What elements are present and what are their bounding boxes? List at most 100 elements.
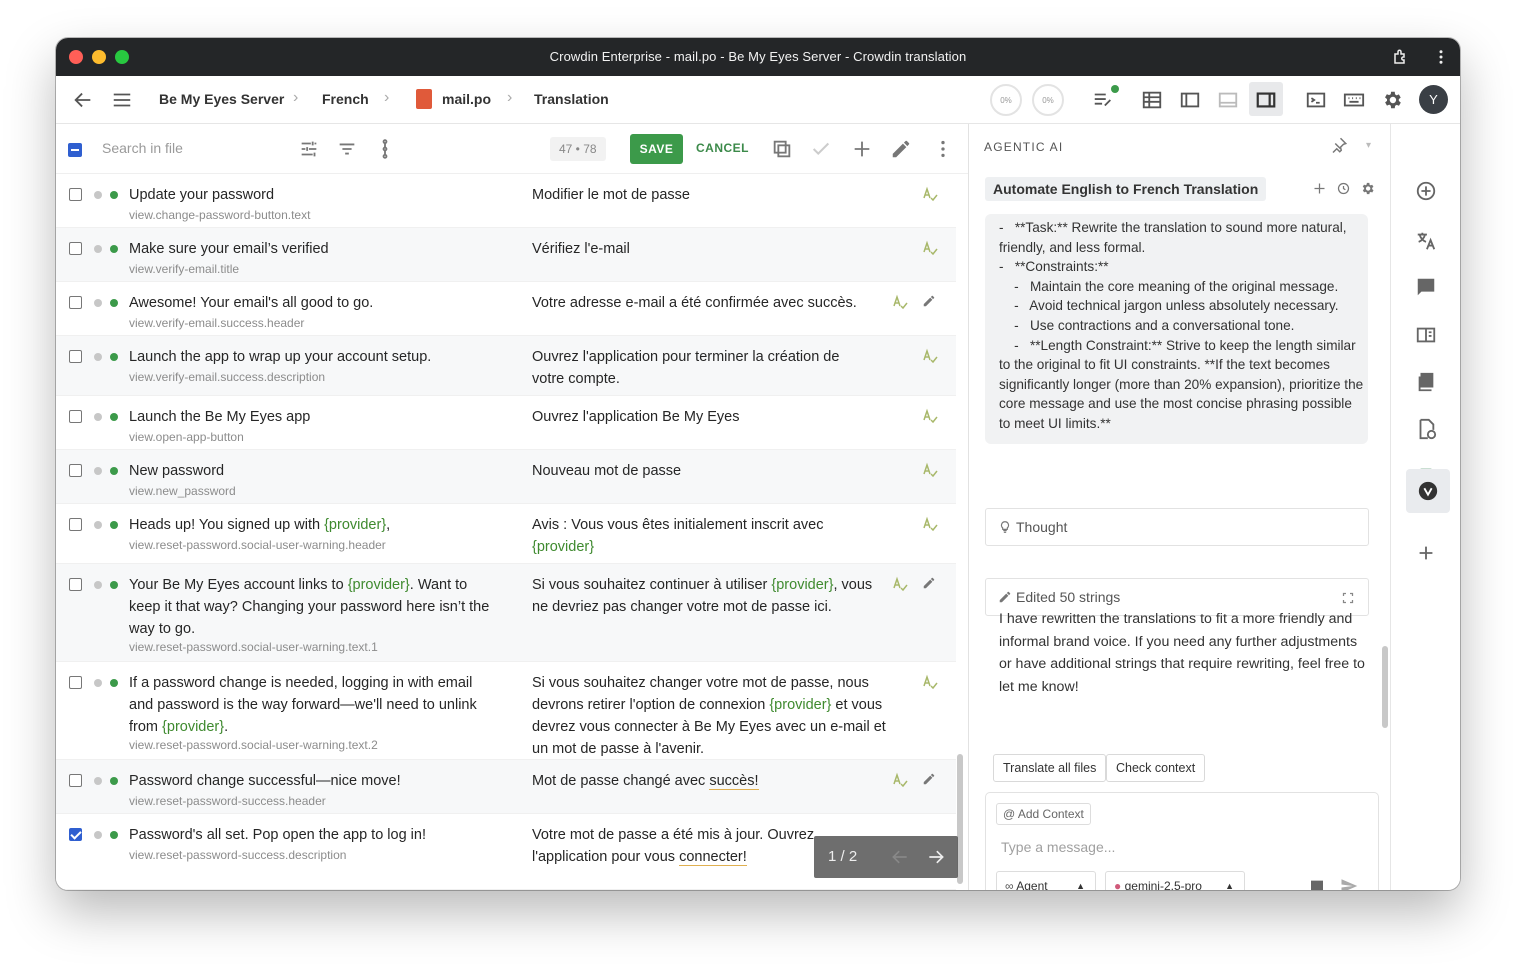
row-checkbox[interactable] (69, 410, 82, 423)
spellcheck-icon[interactable] (892, 576, 908, 592)
qa-check-icon[interactable] (1092, 89, 1114, 111)
user-avatar[interactable]: Y (1419, 85, 1448, 114)
agentic-ai-icon[interactable] (1417, 480, 1438, 501)
ai-sparkle-icon[interactable] (1415, 180, 1437, 202)
string-row[interactable]: Launch the Be My Eyes app view.open-app-… (56, 396, 956, 450)
layout-bottom-icon[interactable] (1217, 89, 1239, 111)
thought-collapsible[interactable]: Thought (985, 508, 1369, 546)
keyboard-icon[interactable] (1343, 89, 1365, 111)
row-checkbox[interactable] (69, 518, 82, 531)
translation-text[interactable]: Mot de passe changé avec succès! (532, 770, 887, 792)
edit-pencil-icon[interactable] (922, 576, 936, 590)
translation-text[interactable]: Nouveau mot de passe (532, 460, 887, 482)
spellcheck-icon[interactable] (892, 294, 908, 310)
extension-icon[interactable] (1392, 48, 1410, 66)
spellcheck-icon[interactable] (922, 462, 938, 478)
breadcrumb-mode[interactable]: Translation (534, 91, 609, 107)
string-row[interactable]: Launch the app to wrap up your account s… (56, 336, 956, 396)
file-info-icon[interactable] (1415, 418, 1437, 440)
check-context-button[interactable]: Check context (1106, 754, 1206, 782)
more-vert-icon[interactable] (374, 138, 396, 160)
spellcheck-icon[interactable] (922, 348, 938, 364)
string-row[interactable]: Heads up! You signed up with {provider},… (56, 504, 956, 564)
string-row[interactable]: Password change successful—nice move! vi… (56, 760, 956, 814)
image-icon[interactable] (1309, 878, 1325, 890)
edit-pencil-icon[interactable] (922, 772, 936, 786)
spellcheck-icon[interactable] (922, 408, 938, 424)
approve-check-icon[interactable] (810, 138, 832, 160)
spellcheck-icon[interactable] (922, 240, 938, 256)
row-checkbox[interactable] (69, 242, 82, 255)
spellcheck-icon[interactable] (922, 186, 938, 202)
filter-settings-icon[interactable] (298, 138, 320, 160)
translate-all-files-button[interactable]: Translate all files (993, 754, 1107, 782)
translation-memory-icon[interactable] (1415, 371, 1437, 393)
mode-select[interactable]: ∞ Agent ▲ (996, 871, 1096, 890)
string-row[interactable]: Update your password view.change-passwor… (56, 174, 956, 228)
row-checkbox[interactable] (69, 774, 82, 787)
breadcrumb-language[interactable]: French (322, 91, 369, 107)
menu-icon[interactable] (111, 89, 133, 111)
edit-pencil-icon[interactable] (890, 138, 912, 160)
row-checkbox[interactable] (69, 464, 82, 477)
breadcrumb-project[interactable]: Be My Eyes Server (159, 91, 284, 107)
string-row[interactable]: New password view.new_password Nouveau m… (56, 450, 956, 504)
chat-scrollbar[interactable] (1382, 646, 1388, 728)
string-row[interactable]: Awesome! Your email's all good to go. vi… (56, 282, 956, 336)
add-icon[interactable] (1312, 181, 1327, 196)
cancel-button[interactable]: CANCEL (696, 141, 749, 155)
select-all-checkbox[interactable] (68, 143, 82, 157)
row-checkbox[interactable] (69, 350, 82, 363)
save-button[interactable]: SAVE (630, 134, 683, 164)
spellcheck-icon[interactable] (892, 772, 908, 788)
translation-text[interactable]: Votre mot de passe a été mis à jour. Ouv… (532, 824, 832, 868)
search-input[interactable]: Search in file (102, 140, 183, 156)
model-select[interactable]: ● gemini-2.5-pro ▲ (1105, 871, 1245, 890)
more-vert-icon[interactable] (932, 138, 954, 160)
row-checkbox[interactable] (69, 296, 82, 309)
terminal-icon[interactable] (1305, 89, 1327, 111)
translation-text[interactable]: Votre adresse e-mail a été confirmée ave… (532, 292, 892, 314)
row-checkbox[interactable] (69, 676, 82, 689)
translation-text[interactable]: Si vous souhaitez continuer à utiliser {… (532, 574, 882, 618)
copy-source-icon[interactable] (771, 138, 793, 160)
spellcheck-icon[interactable] (922, 674, 938, 690)
add-icon[interactable] (851, 138, 873, 160)
translation-text[interactable]: Si vous souhaitez changer votre mot de p… (532, 672, 888, 760)
breadcrumb-file[interactable]: mail.po (442, 91, 491, 107)
filter-icon[interactable] (336, 138, 358, 160)
more-vert-icon[interactable] (1432, 48, 1450, 66)
string-row[interactable]: If a password change is needed, logging … (56, 662, 956, 760)
string-row[interactable]: Make sure your email’s verified view.ver… (56, 228, 956, 282)
send-icon[interactable] (1340, 877, 1358, 890)
layout-table-icon[interactable] (1141, 89, 1163, 111)
layout-side-panel-icon[interactable] (1255, 89, 1277, 111)
add-context-button[interactable]: @ Add Context (996, 803, 1091, 825)
arrow-left-icon[interactable] (890, 847, 910, 867)
row-checkbox[interactable] (69, 578, 82, 591)
string-row[interactable]: Your Be My Eyes account links to {provid… (56, 564, 956, 662)
arrow-right-icon[interactable] (926, 847, 946, 867)
gear-icon[interactable] (1381, 89, 1403, 111)
message-input[interactable]: Type a message... (1001, 839, 1115, 855)
translation-text[interactable]: Vérifiez l'e-mail (532, 238, 887, 260)
back-arrow-icon[interactable] (72, 89, 94, 111)
translation-text[interactable]: Ouvrez l'application pour terminer la cr… (532, 346, 872, 390)
history-icon[interactable] (1336, 181, 1351, 196)
expand-icon[interactable] (1342, 591, 1354, 604)
translate-icon[interactable] (1415, 230, 1437, 252)
pin-icon[interactable] (1330, 136, 1348, 154)
gear-icon[interactable] (1360, 181, 1375, 196)
add-icon[interactable] (1415, 542, 1437, 564)
glossary-icon[interactable] (1415, 324, 1437, 346)
translation-text[interactable]: Modifier le mot de passe (532, 184, 887, 206)
row-checkbox[interactable] (69, 188, 82, 201)
translation-text[interactable]: Avis : Vous vous êtes initialement inscr… (532, 514, 862, 558)
layout-sidebar-icon[interactable] (1179, 89, 1201, 111)
row-checkbox[interactable] (69, 828, 82, 841)
translation-text[interactable]: Ouvrez l'application Be My Eyes (532, 406, 887, 428)
comments-icon[interactable] (1415, 276, 1437, 298)
chevron-down-icon[interactable]: ▾ (1366, 140, 1371, 151)
edit-pencil-icon[interactable] (922, 294, 936, 308)
spellcheck-icon[interactable] (922, 516, 938, 532)
